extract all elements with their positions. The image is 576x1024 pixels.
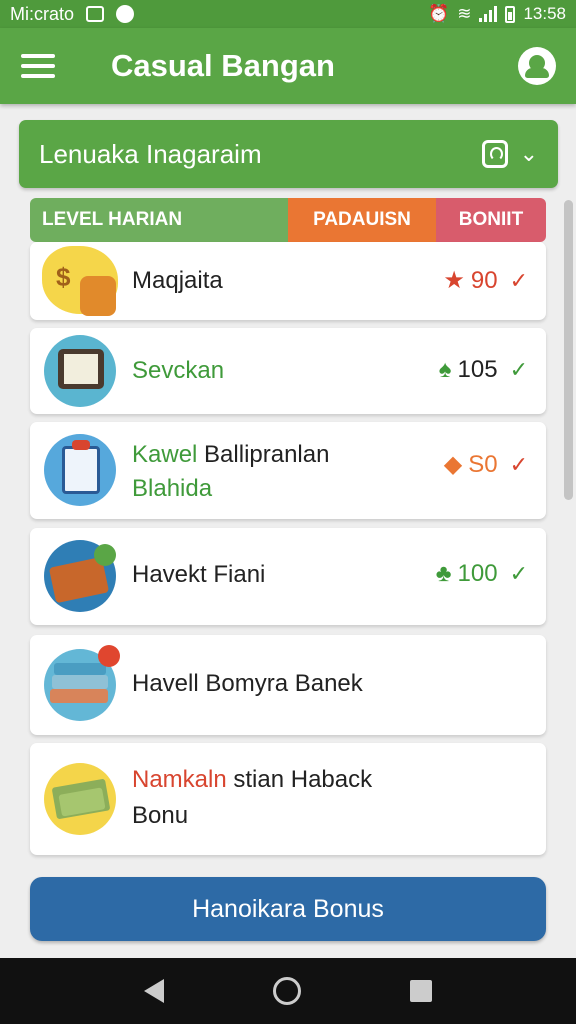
checkmark-icon: ✓ bbox=[509, 267, 528, 293]
scrollbar[interactable] bbox=[564, 200, 573, 500]
task-card-1[interactable]: $ Maqjaita ★ 90 ✓ bbox=[30, 242, 546, 320]
money-bag-icon: $ bbox=[42, 246, 118, 316]
reward-badge-icon: ♠ bbox=[438, 356, 452, 383]
dropdown-label: Lenuaka Inagaraim bbox=[39, 138, 262, 169]
book-icon bbox=[44, 540, 116, 612]
chevron-down-icon: ⌄ bbox=[519, 141, 538, 166]
reward-value: 90 bbox=[470, 266, 498, 294]
notification-dot-icon bbox=[116, 5, 135, 23]
task-title-part-2: Ballipranlan bbox=[204, 441, 330, 468]
task-card-2[interactable]: Sevckan ♠ 105 ✓ bbox=[30, 328, 546, 414]
task-card-6[interactable]: Namkaln stian Haback Bonu bbox=[30, 743, 546, 855]
header-level: LEVEL HARIAN bbox=[30, 198, 288, 242]
task-title-part-1: Kawel bbox=[132, 441, 198, 468]
navigation-bar bbox=[0, 958, 576, 1024]
task-title-part-2: stian Haback bbox=[233, 766, 373, 793]
task-card-5[interactable]: Havell Bomyra Banek bbox=[30, 635, 546, 735]
task-title: Sevckan bbox=[132, 357, 225, 384]
clock: 13:58 bbox=[523, 4, 566, 23]
reward-badge-icon: ★ bbox=[443, 267, 465, 294]
task-card-3[interactable]: Kawel Ballipranlan Blahida ◆ S0 ✓ bbox=[30, 422, 546, 519]
task-reward: ♣ 100 ✓ bbox=[436, 560, 528, 588]
checkmark-icon: ✓ bbox=[509, 561, 528, 586]
carrier-label: Mi:crato bbox=[10, 3, 75, 24]
wifi-icon: ≋ bbox=[457, 4, 472, 23]
task-title: Havell Bomyra Banek bbox=[132, 670, 363, 697]
task-title-line2: Bonu bbox=[132, 802, 189, 829]
menu-icon[interactable] bbox=[21, 54, 55, 78]
task-title: Maqjaita bbox=[132, 267, 223, 294]
task-card-4[interactable]: Havekt Fiani ♣ 100 ✓ bbox=[30, 528, 546, 625]
task-title: Kawel Ballipranlan bbox=[132, 438, 329, 472]
status-bar: Mi:crato ⏰ ≋ 13:58 bbox=[0, 0, 576, 28]
task-title: Havekt Fiani bbox=[132, 561, 266, 588]
task-title: Namkaln stian Haback bbox=[132, 763, 372, 797]
header-bonus: BONIIT bbox=[436, 198, 546, 242]
reward-value: S0 bbox=[468, 450, 498, 478]
refresh-square-icon[interactable] bbox=[481, 140, 508, 168]
task-reward: ◆ S0 ✓ bbox=[444, 450, 528, 479]
tablet-icon bbox=[44, 335, 116, 407]
clipboard-icon bbox=[44, 434, 116, 506]
reward-value: 105 bbox=[457, 356, 498, 383]
category-dropdown[interactable]: Lenuaka Inagaraim ⌄ bbox=[19, 120, 558, 188]
checkmark-icon: ✓ bbox=[509, 451, 528, 477]
back-icon[interactable] bbox=[144, 979, 165, 1003]
recent-apps-icon[interactable] bbox=[409, 980, 432, 1002]
profile-icon[interactable] bbox=[518, 47, 556, 85]
cash-icon bbox=[44, 763, 116, 835]
task-reward: ♠ 105 ✓ bbox=[439, 356, 528, 384]
app-bar: Casual Bangan bbox=[0, 28, 576, 104]
reward-value: 100 bbox=[457, 560, 498, 587]
signal-icon bbox=[479, 6, 498, 22]
task-subtitle: Blahida bbox=[132, 475, 213, 502]
app-title: Casual Bangan bbox=[111, 48, 335, 83]
task-title-part-1: Namkaln bbox=[132, 766, 227, 793]
task-reward: ★ 90 ✓ bbox=[443, 266, 528, 295]
reward-badge-icon: ♣ bbox=[435, 560, 452, 587]
battery-icon bbox=[505, 5, 516, 23]
home-icon[interactable] bbox=[272, 977, 301, 1005]
header-progress: PADAUISN bbox=[288, 198, 436, 242]
reward-badge-icon: ◆ bbox=[443, 451, 463, 478]
bonus-button[interactable]: Hanoikara Bonus bbox=[30, 877, 546, 941]
checkmark-icon: ✓ bbox=[509, 357, 528, 382]
notification-icon bbox=[86, 6, 105, 22]
table-header: LEVEL HARIAN PADAUISN BONIIT bbox=[30, 198, 546, 242]
alarm-icon: ⏰ bbox=[428, 4, 450, 23]
books-icon bbox=[44, 645, 120, 721]
